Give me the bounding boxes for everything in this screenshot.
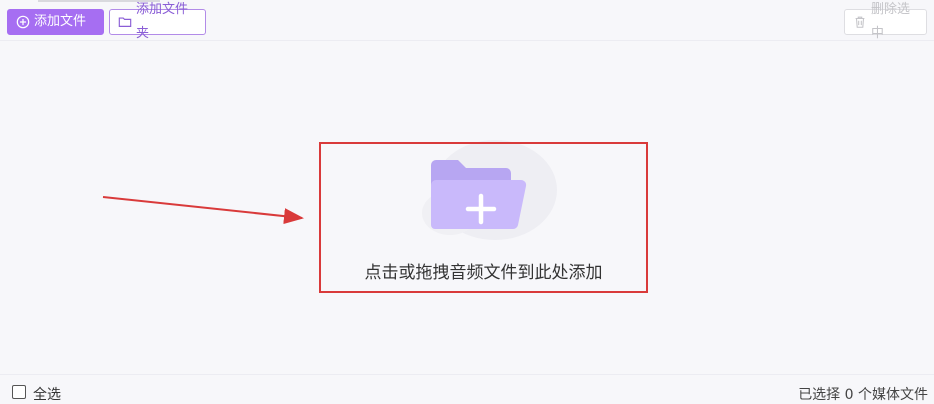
- plus-circle-icon: [16, 15, 30, 29]
- add-folder-label: 添加文件夹: [136, 2, 189, 41]
- footer-bar: 全选 已选择 0 个媒体文件: [0, 374, 934, 404]
- selection-status: 已选择 0 个媒体文件: [798, 387, 928, 403]
- folder-icon: [118, 15, 132, 29]
- delete-selected-label: 删除选中: [871, 2, 911, 41]
- trash-icon: [853, 15, 867, 29]
- add-folder-button[interactable]: 添加文件夹: [109, 2, 206, 41]
- select-all-checkbox[interactable]: [12, 385, 26, 399]
- drop-hint-text[interactable]: 点击或拖拽音频文件到此处添加: [320, 258, 647, 283]
- add-file-label: 添加文件: [34, 14, 87, 29]
- delete-selected-button[interactable]: 删除选中: [844, 2, 927, 41]
- toolbar: 添加文件 添加文件夹 删除选中: [0, 0, 934, 41]
- add-file-button[interactable]: 添加文件: [7, 9, 104, 35]
- select-all-label[interactable]: 全选: [33, 384, 61, 404]
